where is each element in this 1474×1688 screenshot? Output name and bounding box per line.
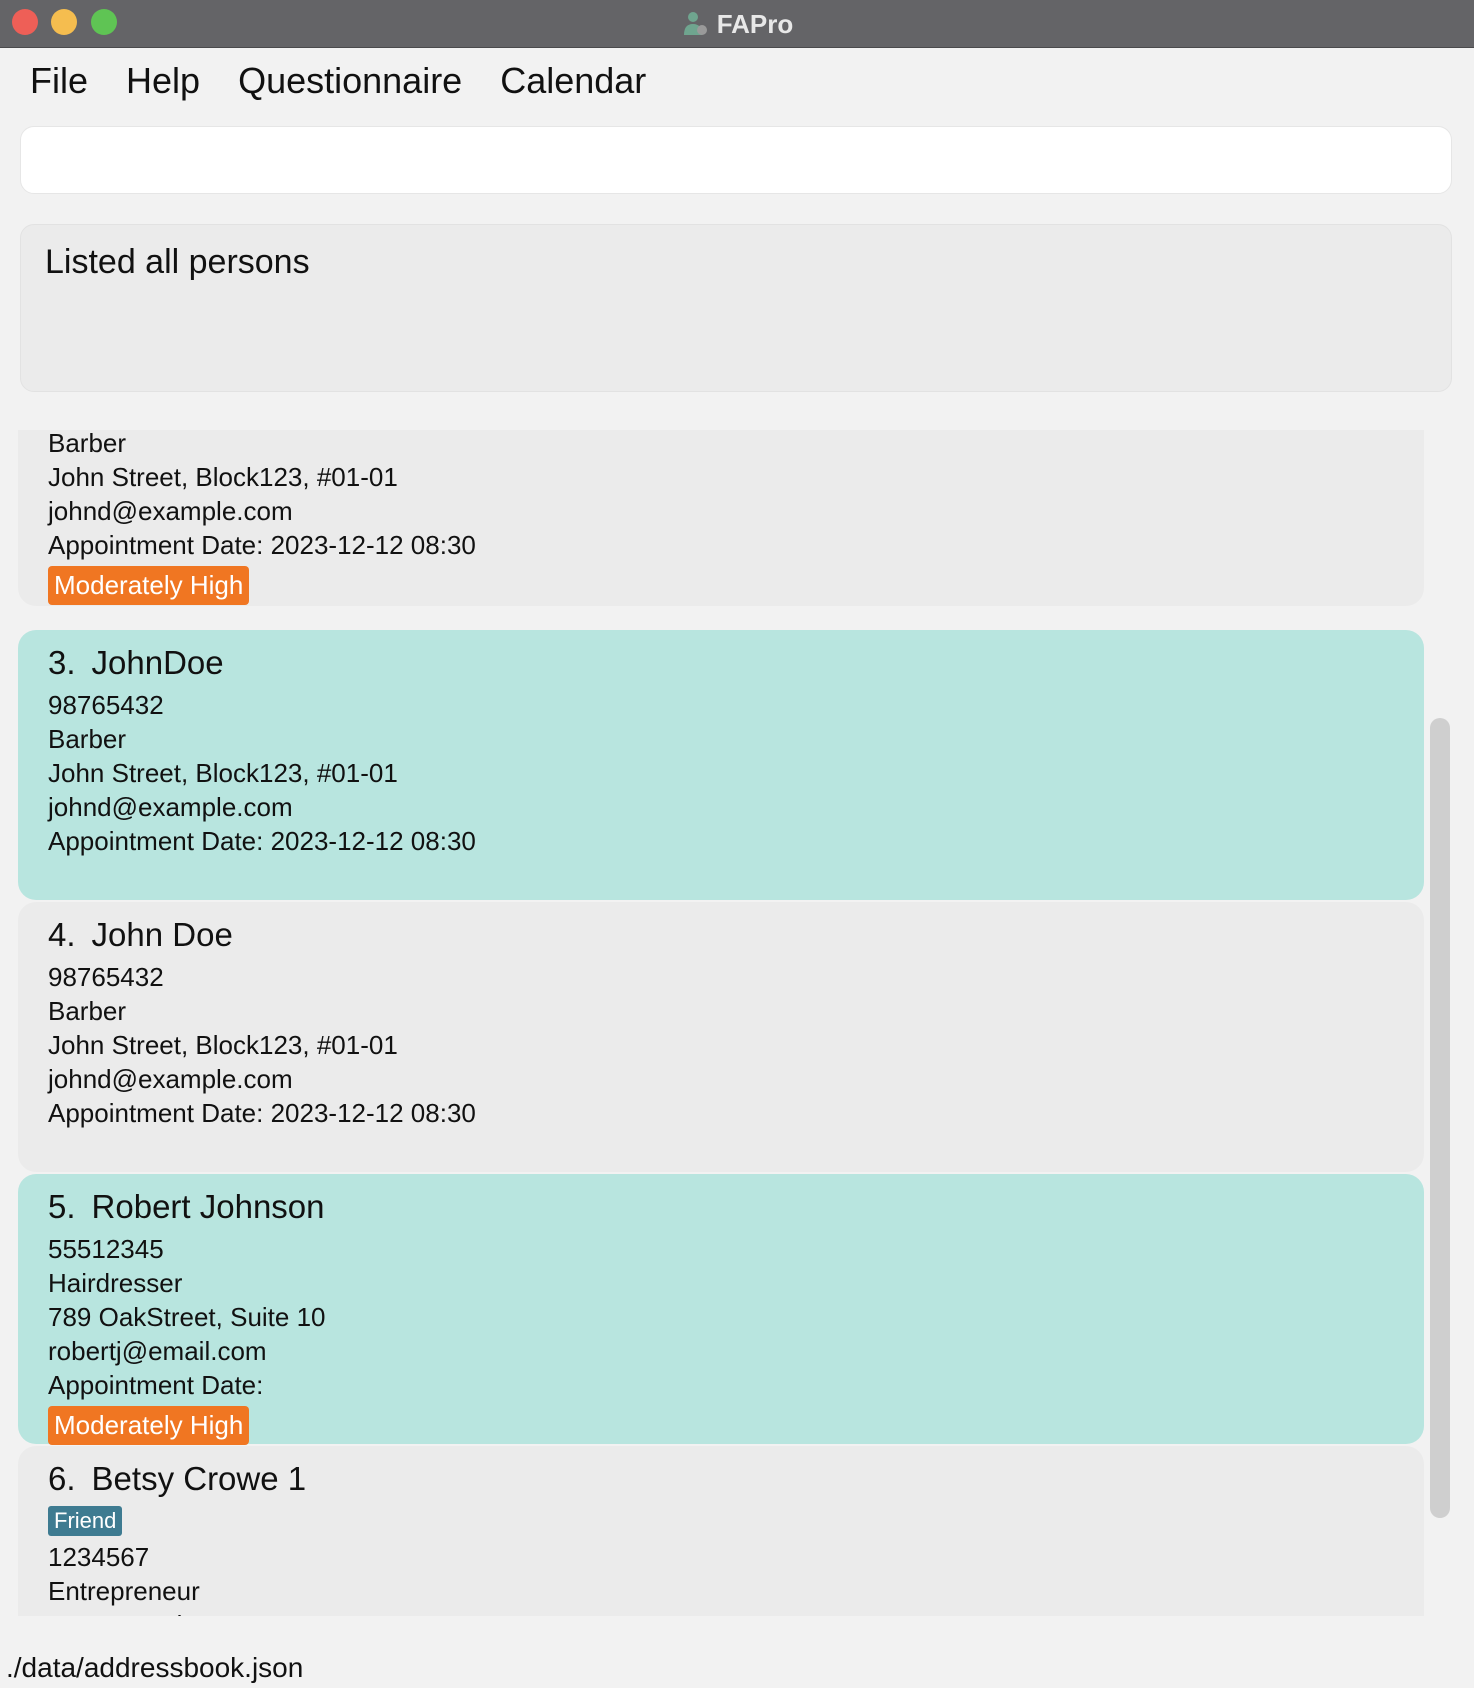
person-card[interactable]: 3. JohnDoe 98765432 Barber John Street, … (18, 630, 1424, 900)
person-phone: 98765432 (48, 690, 164, 720)
risk-badge: Moderately High (48, 1406, 250, 1445)
person-tag: Friend (48, 1506, 123, 1536)
person-name-row: 5. Robert Johnson (48, 1188, 1424, 1226)
person-occupation: Barber (48, 724, 127, 754)
person-address: John Street, Block123, #01-01 (48, 462, 398, 492)
person-email: robertj@email.com (48, 1336, 267, 1366)
person-index: 5. (48, 1188, 76, 1225)
person-address: NewgatePrison (48, 1608, 1424, 1616)
status-bar: ./data/addressbook.json (0, 1640, 1474, 1688)
title-bar: FAPro (0, 0, 1474, 48)
person-appointment: Appointment Date: 2023-12-12 08:30 (48, 826, 476, 856)
data-file-path: ./data/addressbook.json (6, 1652, 304, 1683)
menu-calendar[interactable]: Calendar (500, 60, 646, 102)
person-phone: 55512345 (48, 1234, 164, 1264)
person-name: Robert Johnson (91, 1188, 325, 1225)
person-occupation: Barber (48, 430, 127, 458)
person-phone: 98765432 (48, 962, 164, 992)
person-email: johnd@example.com (48, 792, 293, 822)
menu-help[interactable]: Help (126, 60, 200, 102)
person-appointment: Appointment Date: (48, 1370, 264, 1400)
list-scrollbar[interactable] (1430, 718, 1450, 1518)
person-name: Betsy Crowe 1 (91, 1460, 307, 1497)
person-email: johnd@example.com (48, 1064, 293, 1094)
person-appointment: Appointment Date: 2023-12-12 08:30 (48, 1098, 476, 1128)
person-occupation: Hairdresser (48, 1268, 183, 1298)
person-name-row: 3. JohnDoe (48, 644, 1424, 682)
person-email: johnd@example.com (48, 496, 293, 526)
person-name: JohnDoe (91, 644, 224, 681)
person-appointment: Appointment Date: 2023-12-12 08:30 (48, 530, 476, 560)
person-index: 4. (48, 916, 76, 953)
person-name-row: 4. John Doe (48, 916, 1424, 954)
command-input[interactable] (21, 127, 1451, 193)
menu-questionnaire[interactable]: Questionnaire (238, 60, 462, 102)
result-message: Listed all persons (45, 243, 310, 281)
person-name-row: 6. Betsy Crowe 1 (48, 1460, 1424, 1498)
person-card[interactable]: 6. Betsy Crowe 1 Friend 1234567 Entrepre… (18, 1446, 1424, 1616)
person-address: 789 OakStreet, Suite 10 (48, 1302, 326, 1332)
app-person-icon (683, 12, 707, 35)
person-name: John Doe (91, 916, 233, 953)
person-card[interactable]: 5. Robert Johnson 55512345 Hairdresser 7… (18, 1174, 1424, 1445)
person-index: 3. (48, 644, 76, 681)
menu-bar: File Help Questionnaire Calendar (0, 48, 1474, 114)
person-card[interactable]: 4. John Doe 98765432 Barber John Street,… (18, 902, 1424, 1172)
risk-badge: Moderately High (48, 566, 250, 605)
person-occupation: Entrepreneur (48, 1576, 200, 1606)
window-title: FAPro (716, 8, 794, 39)
command-box (20, 126, 1452, 194)
person-card[interactable]: 987654 Barber John Street, Block123, #01… (18, 430, 1424, 606)
menu-file[interactable]: File (30, 60, 88, 102)
person-list[interactable]: 987654 Barber John Street, Block123, #01… (0, 430, 1474, 1616)
person-index: 6. (48, 1460, 76, 1497)
person-phone: 1234567 (48, 1542, 150, 1572)
person-address: John Street, Block123, #01-01 (48, 1030, 398, 1060)
person-occupation: Barber (48, 996, 127, 1026)
result-display: Listed all persons (20, 224, 1452, 392)
person-address: John Street, Block123, #01-01 (48, 758, 398, 788)
